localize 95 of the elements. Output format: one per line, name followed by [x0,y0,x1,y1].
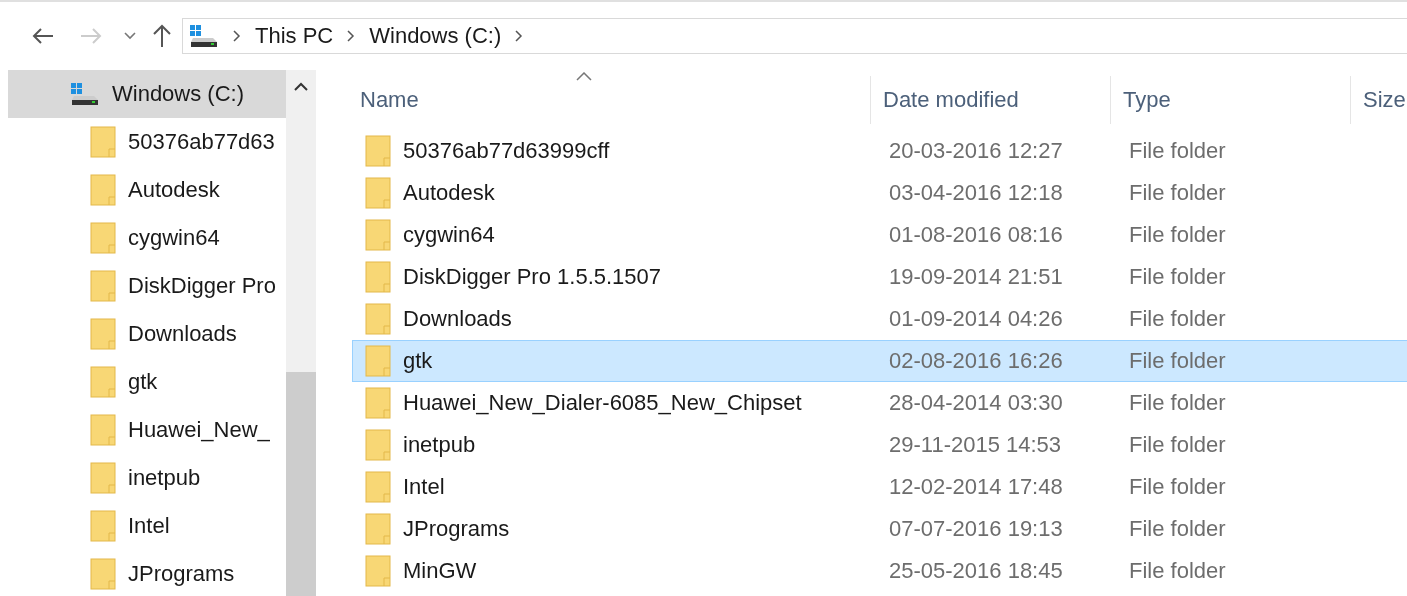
folder-icon [365,261,391,293]
file-row[interactable]: DiskDigger Pro 1.5.5.1507 19-09-2014 21:51 File folder [352,256,1407,298]
type-cell-text: File folder [1128,138,1227,164]
date-cell-text: 01-08-2016 08:16 [888,222,1064,248]
type-cell-text: File folder [1128,390,1227,416]
date-cell-text: 20-03-2016 12:27 [888,138,1064,164]
folder-icon [365,345,391,377]
sidebar-item[interactable]: Intel [8,502,286,550]
type-cell-text: File folder [1128,432,1227,458]
sidebar-item[interactable]: Windows (C:) [8,70,286,118]
folder-icon [90,462,116,494]
file-name: Huawei_New_Dialer-6085_New_Chipset [403,390,802,416]
file-name: Intel [403,474,445,500]
sidebar-item[interactable]: cygwin64 [8,214,286,262]
folder-icon [365,177,391,209]
date-cell-text: 28-04-2014 03:30 [888,390,1064,416]
sidebar-item[interactable]: gtk [8,358,286,406]
column-header[interactable]: Date modified [870,76,1110,124]
folder-icon [365,471,391,503]
folder-icon [365,303,391,335]
file-name: 50376ab77d63999cff [403,138,610,164]
sidebar-item[interactable]: Autodesk [8,166,286,214]
file-name: JPrograms [403,516,510,542]
folder-icon [365,429,391,461]
file-row[interactable]: cygwin64 01-08-2016 08:16 File folder [352,214,1407,256]
folder-icon [90,270,116,302]
folder-icon [90,414,116,446]
file-row[interactable]: 50376ab77d63999cff 20-03-2016 12:27 File folder [352,130,1407,172]
file-row[interactable]: JPrograms 07-07-2016 19:13 File folder [352,508,1407,550]
folder-icon [90,510,116,542]
type-cell-text: File folder [1128,348,1227,374]
file-name: Autodesk [403,180,495,206]
file-name: inetpub [403,432,476,458]
drive-icon [70,82,100,106]
file-row[interactable]: inetpub 29-11-2015 14:53 File folder [352,424,1407,466]
type-cell-text: File folder [1128,516,1227,542]
scrollbar-thumb[interactable] [286,372,316,596]
folder-icon [90,126,116,158]
file-row[interactable]: Huawei_New_Dialer-6085_New_Chipset 28-04-2014 03:30 File folder [352,382,1407,424]
file-row[interactable]: Intel 12-02-2014 17:48 File folder [352,466,1407,508]
breadcrumb[interactable]: This PC [255,23,334,49]
sidebar-item[interactable]: inetpub [8,454,286,502]
date-cell-text: 03-04-2016 12:18 [888,180,1064,206]
up-arrow-icon[interactable] [152,24,172,48]
chevron-right-icon[interactable] [347,30,356,42]
drive-icon [189,24,219,48]
file-row[interactable]: MinGW 25-05-2016 18:45 File folder [352,550,1407,592]
breadcrumb[interactable]: Windows (C:) [369,23,502,49]
scrollbar[interactable] [286,70,316,596]
address-bar[interactable]: This PC Windows (C:) [182,18,1407,54]
chevron-right-icon[interactable] [233,30,241,42]
type-cell-text: File folder [1128,264,1227,290]
date-cell-text: 02-08-2016 16:26 [888,348,1064,374]
file-row[interactable]: Downloads 01-09-2014 04:26 File folder [352,298,1407,340]
sidebar-item[interactable]: JPrograms [8,550,286,596]
date-cell-text: 25-05-2016 18:45 [888,558,1064,584]
folder-icon [365,513,391,545]
sidebar-item[interactable]: DiskDigger Pro [8,262,286,310]
folder-icon [90,366,116,398]
chevron-down-icon[interactable] [124,32,136,40]
folder-icon [365,219,391,251]
column-header[interactable]: Type [1110,76,1350,124]
chevron-up-icon[interactable] [294,82,308,91]
column-header[interactable]: Name [352,76,870,124]
folder-icon [90,558,116,590]
type-cell-text: File folder [1128,558,1227,584]
file-name: Downloads [403,306,512,332]
back-icon[interactable] [32,27,54,45]
file-name: gtk [403,348,433,374]
folder-icon [365,387,391,419]
sort-caret-icon [576,72,592,81]
date-cell-text: 19-09-2014 21:51 [888,264,1064,290]
chevron-right-icon[interactable] [515,30,524,42]
folder-icon [90,222,116,254]
date-cell-text: 07-07-2016 19:13 [888,516,1064,542]
file-name: DiskDigger Pro 1.5.5.1507 [403,264,662,290]
file-row[interactable]: Autodesk 03-04-2016 12:18 File folder [352,172,1407,214]
type-cell-text: File folder [1128,222,1227,248]
sidebar-item[interactable]: 50376ab77d63 [8,118,286,166]
file-name: cygwin64 [403,222,495,248]
date-cell-text: 29-11-2015 14:53 [888,432,1063,458]
folder-icon [90,174,116,206]
sidebar-item[interactable]: Downloads [8,310,286,358]
date-cell-text: 12-02-2014 17:48 [888,474,1064,500]
folder-icon [365,555,391,587]
column-header[interactable]: Size [1350,76,1406,124]
folder-icon [365,135,391,167]
date-cell-text: 01-09-2014 04:26 [888,306,1064,332]
folder-icon [90,318,116,350]
type-cell-text: File folder [1128,180,1227,206]
sidebar-item[interactable]: Huawei_New_ [8,406,286,454]
type-cell-text: File folder [1128,306,1227,332]
file-name: MinGW [403,558,477,584]
type-cell-text: File folder [1128,474,1227,500]
file-row[interactable]: gtk 02-08-2016 16:26 File folder [352,340,1407,382]
